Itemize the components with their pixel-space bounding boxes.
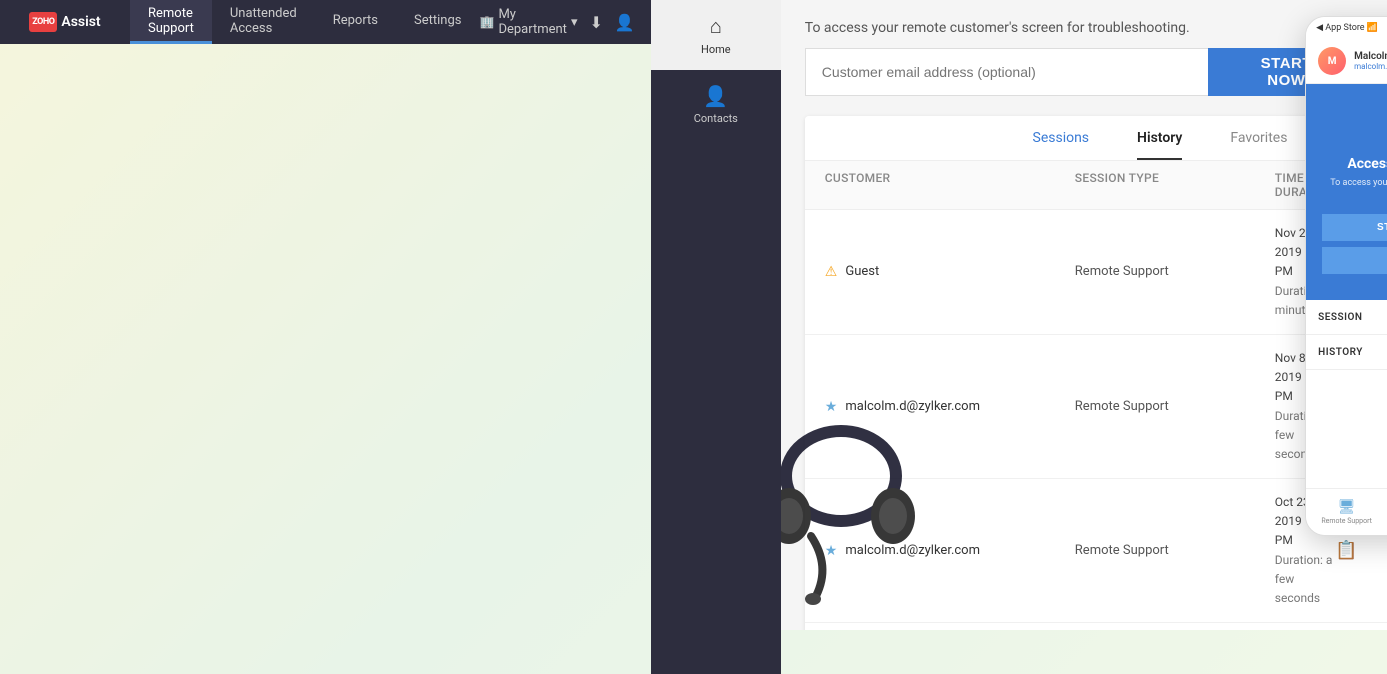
contacts-icon: 👤 bbox=[703, 84, 728, 108]
zoho-icon: ZOHO bbox=[29, 12, 57, 32]
col-customer: Customer bbox=[825, 171, 1075, 199]
nav-tabs: Remote Support Unattended Access Reports… bbox=[130, 0, 479, 44]
col-session-type: Session Type bbox=[1075, 171, 1275, 199]
sidebar-item-contacts[interactable]: 👤 Contacts bbox=[651, 70, 781, 139]
mobile-start-session-button[interactable]: START SESSION bbox=[1322, 214, 1387, 241]
table-row: ★ malcolm.d@zylker.com Remote Support Oc… bbox=[805, 479, 1387, 623]
main-content: To access your remote customer's screen … bbox=[781, 0, 1387, 630]
tab-history[interactable]: History bbox=[1137, 130, 1182, 160]
table-row: ⚠ Frida Remote Support Oct 23, 2019 12:3… bbox=[805, 623, 1387, 630]
customer-cell: ⚠ Guest bbox=[825, 264, 1075, 280]
mobile-session-row: SESSION 00 bbox=[1306, 300, 1387, 335]
star-icon: ★ bbox=[825, 399, 838, 415]
tab-bar: Sessions History Favorites bbox=[805, 116, 1387, 161]
session-table: Sessions History Favorites Customer Sess… bbox=[805, 116, 1387, 630]
star-icon: ★ bbox=[825, 543, 838, 559]
mobile-history-row: HISTORY 15 bbox=[1306, 335, 1387, 370]
table-row: ⚠ Guest Remote Support Nov 25, 2019 12:0… bbox=[805, 210, 1387, 335]
department-selector[interactable]: 🏢 My Department ▾ bbox=[479, 7, 577, 37]
notes-cell: 📋 bbox=[1335, 540, 1387, 561]
mobile-screen-icon bbox=[1322, 104, 1387, 144]
start-bar: START NOW SCHEDULE bbox=[805, 48, 1387, 96]
mobile-screen-subtitle: To access your remote customer's screen … bbox=[1322, 178, 1387, 198]
customer-name: Guest bbox=[845, 264, 879, 279]
tab-sessions[interactable]: Sessions bbox=[1033, 130, 1090, 160]
mobile-username: Malcolm bbox=[1354, 51, 1387, 62]
nav-tab-unattended-access[interactable]: Unattended Access bbox=[212, 0, 315, 44]
customer-cell: ★ malcolm.d@zylker.com bbox=[825, 399, 1075, 415]
mobile-avatar: M bbox=[1318, 47, 1346, 75]
download-icon[interactable]: ⬇ bbox=[589, 13, 602, 32]
customer-name: malcolm.d@zylker.com bbox=[845, 399, 980, 414]
mobile-main: Access Remote Screen To access your remo… bbox=[1306, 84, 1387, 300]
app-name: Assist bbox=[61, 14, 100, 30]
mobile-session-label: SESSION bbox=[1318, 312, 1362, 323]
mobile-footer: 🖥 Remote Support 📺 Unattended Access ⚙ S… bbox=[1306, 488, 1387, 535]
nav-tab-remote-support[interactable]: Remote Support bbox=[130, 0, 212, 44]
start-description: To access your remote customer's screen … bbox=[805, 20, 1387, 36]
sidebar: ⌂ Home 👤 Contacts bbox=[651, 0, 781, 674]
session-type: Remote Support bbox=[1075, 543, 1275, 558]
home-icon: ⌂ bbox=[710, 14, 722, 39]
email-input[interactable] bbox=[805, 48, 1208, 96]
customer-cell: ★ malcolm.d@zylker.com bbox=[825, 543, 1075, 559]
nav-tab-reports[interactable]: Reports bbox=[315, 0, 396, 44]
mobile-screen-title: Access Remote Screen bbox=[1322, 156, 1387, 172]
sidebar-item-home[interactable]: ⌂ Home bbox=[651, 0, 781, 70]
session-type: Remote Support bbox=[1075, 399, 1275, 414]
table-header: Customer Session Type Time and Duration … bbox=[805, 161, 1387, 210]
notes-icon[interactable]: 📋 bbox=[1335, 540, 1357, 561]
mobile-footer-remote[interactable]: 🖥 Remote Support bbox=[1321, 499, 1372, 525]
mobile-email: malcolm.d@zylker.com bbox=[1354, 62, 1387, 71]
logo: ZOHO Assist bbox=[29, 12, 100, 32]
nav-right: 🏢 My Department ▾ ⬇ 👤 bbox=[479, 0, 650, 44]
table-row: ★ malcolm.d@zylker.com Remote Support No… bbox=[805, 335, 1387, 479]
mobile-profile: M Malcolm malcolm.d@zylker.com ☰ bbox=[1306, 39, 1387, 84]
tab-favorites[interactable]: Favorites bbox=[1230, 130, 1287, 160]
mobile-mockup: ◀ App Store 📶 4:31 PM 📡 8%🔋 M Malcolm ma… bbox=[1305, 16, 1387, 536]
warning-icon: ⚠ bbox=[825, 264, 838, 280]
session-type: Remote Support bbox=[1075, 264, 1275, 279]
mobile-schedule-button[interactable]: SCHEDULE bbox=[1322, 247, 1387, 274]
mobile-status-bar: ◀ App Store 📶 4:31 PM 📡 8%🔋 bbox=[1306, 17, 1387, 39]
nav-tab-settings[interactable]: Settings bbox=[396, 0, 479, 44]
customer-name: malcolm.d@zylker.com bbox=[845, 543, 980, 558]
logo-area: ZOHO Assist bbox=[0, 0, 130, 44]
user-icon[interactable]: 👤 bbox=[615, 13, 635, 32]
mobile-history-label: HISTORY bbox=[1318, 347, 1363, 358]
mobile-remote-icon: 🖥 bbox=[1338, 499, 1356, 515]
